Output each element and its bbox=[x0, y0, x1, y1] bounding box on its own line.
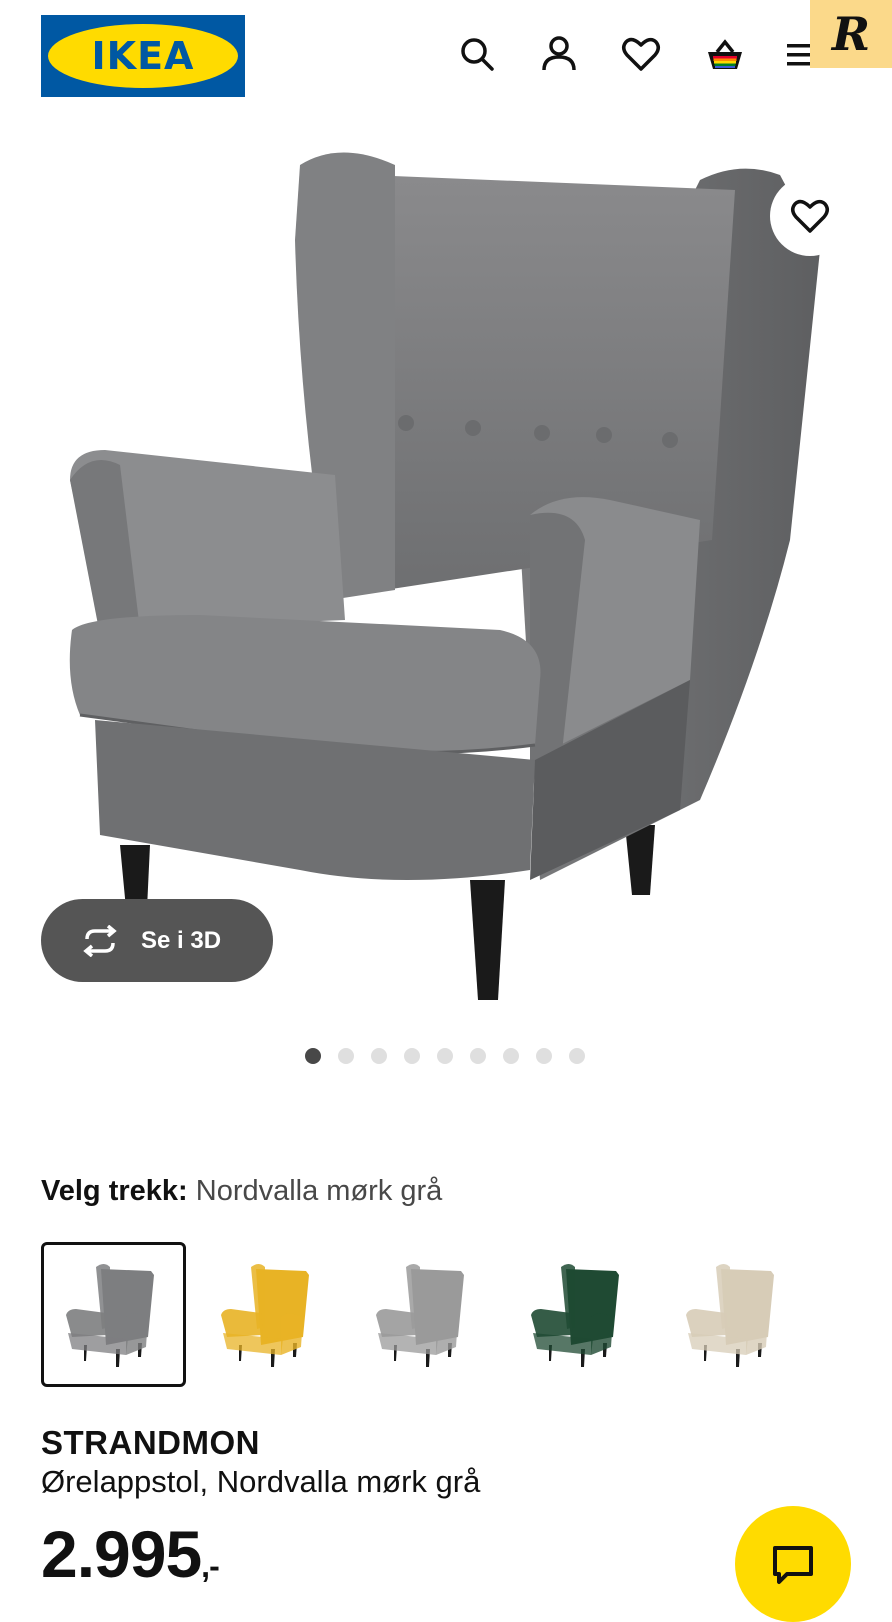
product-name: STRANDMON bbox=[41, 1424, 260, 1461]
rotate-3d-icon bbox=[83, 924, 117, 957]
armchair-image bbox=[69, 152, 820, 1000]
gallery-pagination[interactable] bbox=[305, 1048, 585, 1064]
view-in-3d-label: Se i 3D bbox=[141, 926, 222, 954]
badge-letter: R bbox=[831, 7, 871, 61]
cover-label: Velg trekk: bbox=[41, 1175, 188, 1207]
logo-oval: IKEA bbox=[48, 24, 238, 88]
logo-text: IKEA bbox=[91, 34, 195, 78]
armchair-thumbnail bbox=[531, 1264, 619, 1367]
cover-swatch[interactable] bbox=[506, 1242, 651, 1387]
cover-swatch[interactable] bbox=[41, 1242, 186, 1387]
extension-badge[interactable]: R bbox=[810, 0, 892, 68]
view-in-3d-button[interactable]: Se i 3D bbox=[41, 899, 273, 982]
cover-swatch[interactable] bbox=[351, 1242, 496, 1387]
ikea-logo[interactable]: IKEA bbox=[41, 15, 245, 97]
account-icon[interactable] bbox=[538, 33, 580, 75]
cover-swatches bbox=[41, 1242, 806, 1387]
gallery-dot[interactable] bbox=[305, 1048, 321, 1064]
gallery-dot[interactable] bbox=[371, 1048, 387, 1064]
cover-swatch[interactable] bbox=[661, 1242, 806, 1387]
armchair-thumbnail bbox=[686, 1264, 774, 1367]
gallery-dot[interactable] bbox=[338, 1048, 354, 1064]
chat-button[interactable] bbox=[735, 1506, 851, 1622]
product-image[interactable] bbox=[0, 120, 892, 1020]
price-suffix: ,- bbox=[201, 1548, 220, 1584]
search-icon[interactable] bbox=[456, 33, 498, 75]
armchair-thumbnail bbox=[66, 1264, 154, 1367]
chat-icon bbox=[773, 1546, 813, 1584]
basket-icon[interactable] bbox=[704, 33, 746, 75]
gallery-dot[interactable] bbox=[503, 1048, 519, 1064]
gallery-dot[interactable] bbox=[569, 1048, 585, 1064]
price-amount: 2.995 bbox=[41, 1517, 202, 1591]
armchair-thumbnail bbox=[376, 1264, 464, 1367]
heart-icon bbox=[791, 199, 829, 233]
add-to-favourites-button[interactable] bbox=[770, 176, 850, 256]
gallery-dot[interactable] bbox=[536, 1048, 552, 1064]
cover-value: Nordvalla mørk grå bbox=[195, 1175, 443, 1207]
cover-selection-line: Velg trekk: Nordvalla mørk grå bbox=[41, 1175, 442, 1208]
gallery-dot[interactable] bbox=[404, 1048, 420, 1064]
gallery-dot[interactable] bbox=[470, 1048, 486, 1064]
favourites-icon[interactable] bbox=[620, 33, 662, 75]
product-price: 2.995,- bbox=[41, 1516, 220, 1592]
cover-swatch[interactable] bbox=[196, 1242, 341, 1387]
product-description: Ørelappstol, Nordvalla mørk grå bbox=[41, 1464, 481, 1499]
armchair-thumbnail bbox=[221, 1264, 309, 1367]
gallery-dot[interactable] bbox=[437, 1048, 453, 1064]
